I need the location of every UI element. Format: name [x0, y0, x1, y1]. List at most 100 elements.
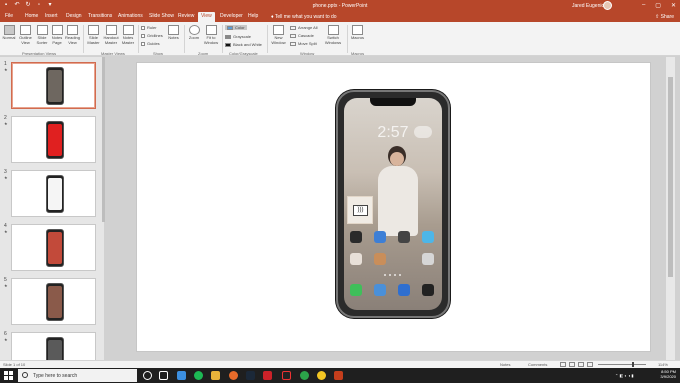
grayscale-button[interactable]: Grayscale: [225, 34, 251, 39]
slide-sorter-label: Slide Sorter: [36, 35, 48, 45]
animation-star-icon: ★: [4, 283, 8, 288]
close-button[interactable]: ✕: [671, 2, 676, 9]
tab-animations[interactable]: Animations: [118, 13, 143, 22]
browser-app-icon: [422, 231, 434, 243]
person-face: [390, 152, 404, 166]
notes-label: Notes: [168, 35, 179, 40]
tab-view[interactable]: View: [198, 12, 215, 22]
start-button[interactable]: [4, 371, 13, 380]
animation-star-icon: ★: [4, 337, 8, 342]
zoom-button[interactable]: Zoom: [187, 25, 201, 41]
ruler-checkbox[interactable]: Ruler: [141, 25, 157, 30]
new-window-button[interactable]: New Window: [270, 25, 287, 45]
slide-thumbnail-5[interactable]: [11, 278, 96, 325]
firefox-icon[interactable]: [229, 371, 238, 380]
grayscale-swatch-icon: [225, 34, 231, 39]
phone-image[interactable]: 2:57 ))): [336, 90, 450, 318]
gridlines-checkbox[interactable]: Gridlines: [141, 33, 163, 38]
move-split-button[interactable]: Move Split: [290, 41, 317, 46]
zoom-slider[interactable]: [598, 364, 646, 365]
group-window: Window: [300, 51, 315, 56]
handout-master-button[interactable]: Handout Master: [103, 25, 119, 45]
powerpoint-taskbar-icon[interactable]: [334, 371, 343, 380]
arrange-all-button[interactable]: Arrange All: [290, 25, 318, 30]
system-tray-icons[interactable]: ⌃ ◧ ◐ ◑ ▮: [615, 373, 634, 378]
comments-toggle[interactable]: Comments: [528, 362, 547, 367]
reading-view-icon[interactable]: [578, 362, 584, 367]
magnifier-icon: [188, 25, 200, 35]
chat-taskbar-icon[interactable]: [300, 371, 309, 380]
page-indicator: [384, 274, 401, 276]
tab-help[interactable]: Help: [248, 13, 258, 22]
group-zoom: Zoom: [198, 51, 209, 56]
notes-master-button[interactable]: Notes Master: [121, 25, 135, 45]
share-button[interactable]: ⇧ Share: [655, 14, 674, 20]
slide-sorter-button[interactable]: Slide Sorter: [35, 25, 49, 45]
reading-view-button[interactable]: Reading View: [65, 25, 80, 45]
scrollbar-thumb[interactable]: [668, 77, 673, 277]
slide-thumbnail-4[interactable]: [11, 224, 96, 271]
spotify-icon[interactable]: [194, 371, 203, 380]
slide-sorter-icon[interactable]: [569, 362, 575, 367]
notes-toggle[interactable]: Notes: [500, 362, 510, 367]
avatar[interactable]: [603, 1, 612, 10]
powerpoint-window: ▪ ↶ ↻ ▫ ▾ phone.pptx - PowerPoint Jared …: [0, 0, 680, 383]
tab-slide-show[interactable]: Slide Show: [149, 13, 174, 22]
group-separator: [83, 25, 84, 53]
tab-design[interactable]: Design: [66, 13, 82, 22]
new-window-label: New Window: [271, 35, 286, 45]
split-icon: [290, 41, 296, 46]
restore-button[interactable]: ▢: [655, 2, 661, 9]
user-name[interactable]: Jared Eugenio: [572, 3, 604, 9]
notes-button[interactable]: Notes: [167, 25, 180, 41]
widget-label: ))): [353, 205, 368, 216]
tab-developer[interactable]: Developer: [220, 13, 243, 22]
slide-thumbnail-3[interactable]: [11, 170, 96, 217]
slideshow-icon[interactable]: [587, 362, 593, 367]
notes-page-button[interactable]: Notes Page: [51, 25, 63, 45]
outline-view-button[interactable]: Outline View: [18, 25, 33, 45]
reading-view-icon: [67, 25, 78, 35]
minimize-button[interactable]: –: [642, 2, 645, 9]
black-and-white-button[interactable]: Black and White: [225, 42, 262, 47]
file-explorer-icon[interactable]: [211, 371, 220, 380]
tell-me-box[interactable]: ♦ Tell me what you want to do: [271, 14, 337, 20]
normal-view-button[interactable]: Normal: [2, 25, 16, 41]
task-view-icon[interactable]: [159, 371, 168, 380]
phone-mini-screen: [48, 70, 62, 102]
adobe-icon[interactable]: [263, 371, 272, 380]
tab-insert[interactable]: Insert: [45, 13, 58, 22]
phone-mini-screen: [48, 232, 62, 264]
taskbar-search[interactable]: Type here to search: [18, 369, 137, 382]
chrome-icon[interactable]: [317, 371, 326, 380]
system-clock[interactable]: 8:50 PM 3/9/2020: [660, 369, 676, 379]
phone-mini-icon: [46, 283, 64, 321]
guides-checkbox[interactable]: Guides: [141, 41, 160, 46]
normal-view-icon[interactable]: [560, 362, 566, 367]
tab-review[interactable]: Review: [178, 13, 194, 22]
zoom-level[interactable]: 114%: [658, 362, 668, 367]
gallery-app-icon: [374, 253, 386, 265]
cortana-icon[interactable]: [143, 371, 152, 380]
slide-thumbnail-2[interactable]: [11, 116, 96, 163]
slide-master-button[interactable]: Slide Master: [86, 25, 101, 45]
slide-thumbnail-6[interactable]: [11, 332, 96, 360]
macros-button[interactable]: Macros: [350, 25, 365, 41]
weather-widget-icon: [414, 126, 432, 138]
black-and-white-label: Black and White: [233, 42, 262, 47]
slide-vertical-scrollbar[interactable]: [666, 57, 675, 360]
fit-to-window-button[interactable]: Fit to Window: [203, 25, 219, 45]
browser-taskbar-icon[interactable]: [177, 371, 186, 380]
reading-view-label: Reading View: [65, 35, 80, 45]
slide-thumbnail-1[interactable]: [11, 62, 96, 109]
tab-file[interactable]: File: [5, 13, 13, 22]
switch-windows-button[interactable]: Switch Windows: [322, 25, 344, 45]
move-split-label: Move Split: [298, 41, 317, 46]
steam-icon[interactable]: [246, 371, 255, 380]
game-icon[interactable]: [282, 371, 291, 380]
zoom-slider-handle[interactable]: [632, 362, 634, 367]
tab-transitions[interactable]: Transitions: [88, 13, 112, 22]
color-button[interactable]: Color: [225, 25, 247, 30]
tab-home[interactable]: Home: [25, 13, 38, 22]
cascade-button[interactable]: Cascade: [290, 33, 314, 38]
